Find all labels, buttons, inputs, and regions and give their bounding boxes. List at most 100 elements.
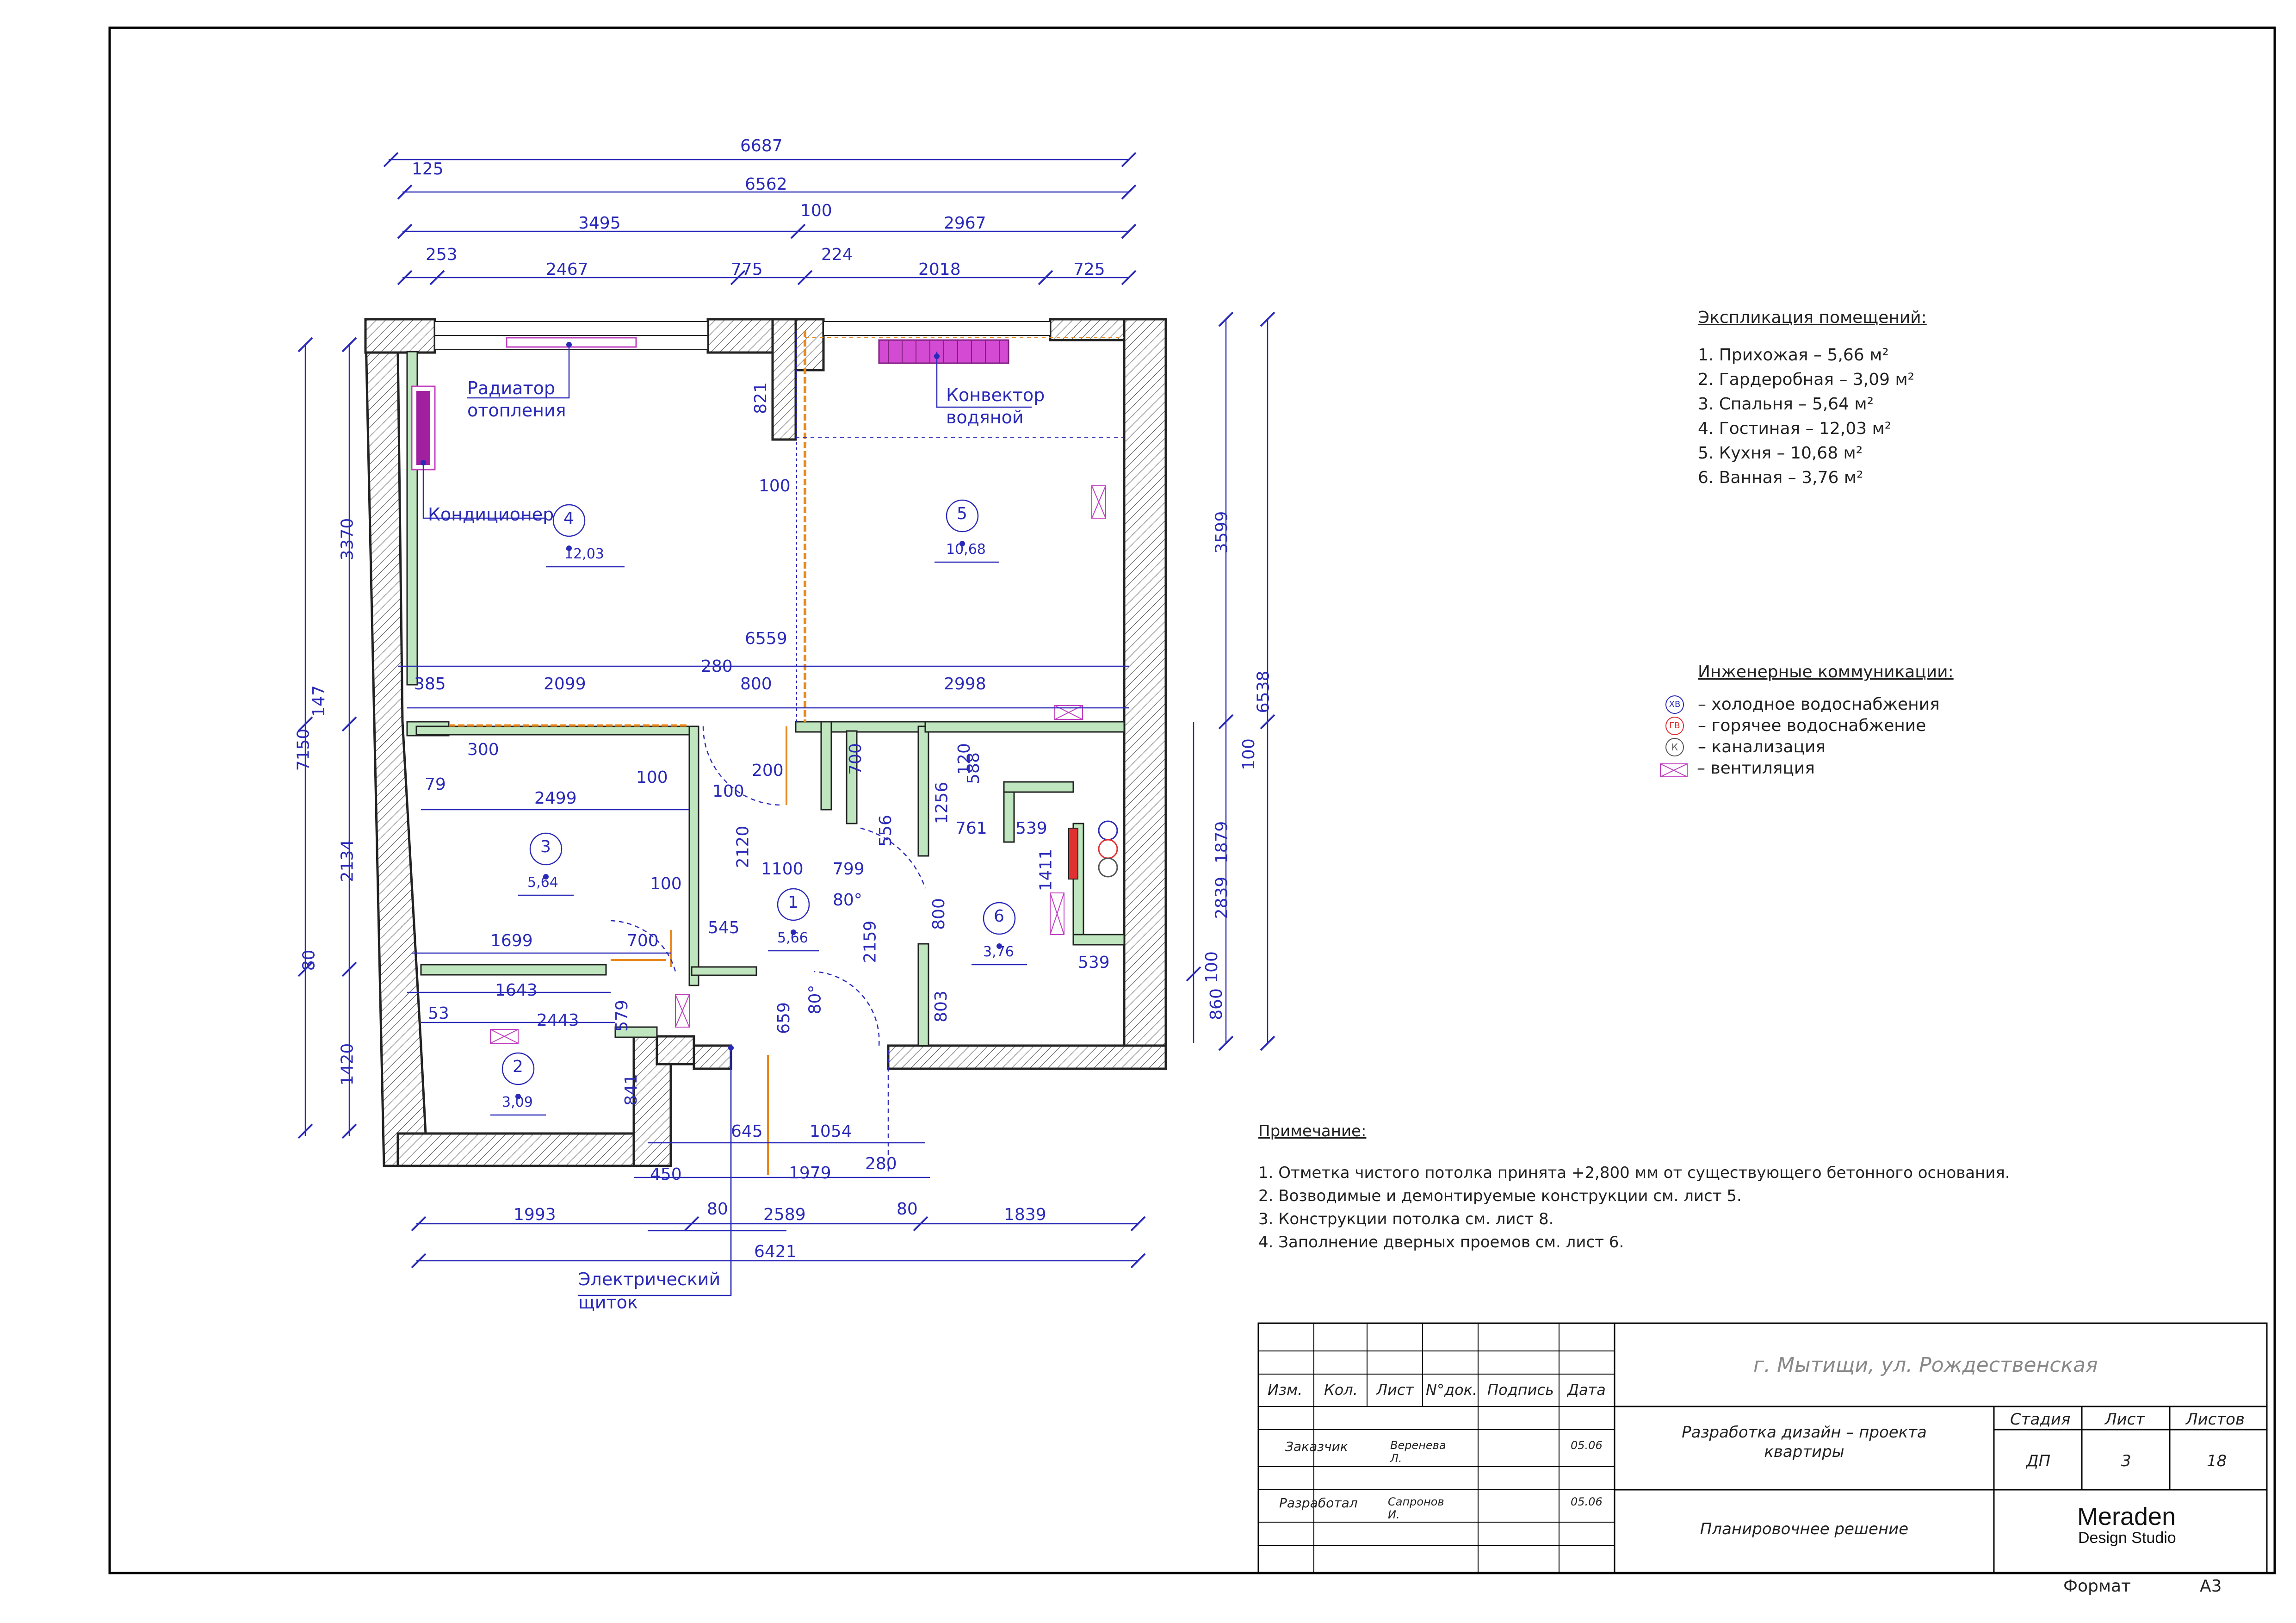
dim-label: 80° (805, 985, 825, 1015)
dim-label: 6687 (740, 136, 783, 155)
dim-label: 1420 (338, 1043, 357, 1086)
dim-label: 6538 (1254, 670, 1273, 713)
dim-label: 2159 (860, 920, 880, 963)
project-title: Разработка дизайн – проекта квартиры (1682, 1423, 1927, 1461)
dim-label: 100 (650, 874, 682, 893)
dim-label: 3370 (338, 518, 357, 561)
note-item: 2. Возводимые и демонтируемые конструкци… (1258, 1187, 1742, 1205)
dim-label: 125 (412, 160, 444, 179)
dim-label: 725 (1073, 260, 1105, 279)
room-number: 6 (994, 907, 1004, 926)
format-label: Формат (2063, 1577, 2131, 1596)
dim-label: 6562 (745, 175, 787, 194)
dim-label: 799 (833, 860, 865, 879)
vent-icon (1660, 762, 1688, 777)
dim-label: 588 (964, 752, 983, 784)
explication-item: 4. Гостиная – 12,03 м² (1698, 419, 1892, 438)
dim-label: 761 (955, 819, 987, 838)
room-area: 5,66 (777, 930, 808, 946)
panel-label: Электрический щиток (578, 1269, 721, 1313)
dim-label: 1643 (495, 981, 538, 1000)
dim-label: 100 (800, 201, 832, 220)
dim-label: 1100 (761, 860, 804, 879)
dim-label: 539 (1078, 953, 1110, 972)
room-area: 3,76 (983, 944, 1014, 960)
explication-title: Экспликация помещений: (1698, 308, 1927, 327)
dim-label: 1839 (1004, 1205, 1046, 1224)
dim-label: 280 (701, 657, 733, 676)
dim-label: 1411 (1036, 849, 1056, 892)
drawing-title: Планировочнее решение (1700, 1520, 1909, 1538)
note-item: 4. Заполнение дверных проемов см. лист 6… (1258, 1233, 1624, 1251)
notes-block: Примечание: 1. Отметка чистого потолка п… (1258, 1120, 2010, 1254)
utility-label: – вентиляция (1697, 759, 1815, 778)
dim-label: 545 (708, 918, 740, 937)
room-number: 1 (788, 893, 798, 912)
dim-label: 2467 (546, 260, 588, 279)
utility-label: – холодное водоснабжения (1698, 695, 1940, 714)
dim-label: 1879 (1212, 821, 1232, 864)
dim-label: 80 (299, 949, 319, 971)
hot-water-icon: ГВ (1665, 717, 1684, 735)
dim-label: 2839 (1212, 876, 1232, 919)
dim-label: 645 (731, 1122, 763, 1141)
dim-label: 200 (752, 761, 784, 780)
utility-label: – горячее водоснабжение (1698, 716, 1926, 735)
dim-label: 775 (731, 260, 763, 279)
dim-label: 6559 (745, 629, 787, 648)
dim-label: 2967 (944, 214, 986, 233)
dim-label: 2499 (534, 789, 577, 808)
dim-label: 3599 (1212, 511, 1232, 554)
room-area: 5,64 (527, 874, 558, 891)
conditioner-label: Кондиционер (428, 504, 554, 525)
dim-label: 147 (309, 685, 328, 717)
dim-label: 556 (876, 815, 895, 847)
dim-label: 803 (931, 991, 951, 1022)
convector-label: Конвектор водяной (946, 385, 1045, 427)
dim-label: 700 (846, 743, 865, 775)
explication-item: 6. Ванная – 3,76 м² (1698, 468, 1863, 487)
dim-label: 800 (740, 675, 772, 694)
utilities-legend: Инженерные коммуникации: ХВ – холодное в… (1656, 662, 1954, 779)
dim-label: 100 (1202, 951, 1221, 983)
dim-label: 821 (751, 382, 770, 414)
dim-label: 2998 (944, 675, 986, 694)
dim-label: 2443 (537, 1011, 579, 1030)
dim-label: 300 (467, 740, 499, 759)
dim-label: 1993 (514, 1205, 556, 1224)
format-value: А3 (2200, 1577, 2222, 1596)
dim-label: 1979 (789, 1164, 831, 1183)
dim-label: 3495 (578, 214, 621, 233)
dim-label: 2099 (544, 675, 586, 694)
dim-label: 253 (426, 245, 458, 264)
dim-label: 80 (707, 1200, 728, 1219)
dim-label: 100 (1239, 738, 1258, 770)
explication-item: 1. Прихожая – 5,66 м² (1698, 346, 1889, 365)
dim-label: 100 (636, 768, 668, 787)
explication-block: Экспликация помещений: 1. Прихожая – 5,6… (1698, 305, 1927, 490)
radiator-label: Радиатор отопления (467, 378, 566, 421)
dim-label: 800 (929, 898, 948, 930)
dim-label: 450 (650, 1165, 682, 1184)
address-text: г. Мытищи, ул. Рождественская (1753, 1353, 2098, 1377)
note-item: 3. Конструкции потолка см. лист 8. (1258, 1210, 1554, 1228)
dim-label: 79 (425, 775, 446, 794)
dim-label: 80 (897, 1200, 918, 1219)
utility-label: – канализация (1698, 737, 1826, 756)
sewage-icon: К (1665, 738, 1684, 756)
dim-label: 100 (759, 477, 791, 496)
room-number: 5 (957, 504, 967, 523)
dim-label: 2018 (918, 260, 961, 279)
dim-label: 1054 (810, 1122, 852, 1141)
dim-label: 2134 (338, 839, 357, 882)
room-area: 10,68 (946, 541, 986, 558)
room-number: 3 (540, 837, 551, 856)
dim-label: 100 (712, 782, 744, 801)
explication-item: 2. Гардеробная – 3,09 м² (1698, 370, 1915, 389)
dim-label: 860 (1207, 988, 1226, 1020)
dim-label: 700 (627, 931, 659, 950)
dim-label: 385 (414, 675, 446, 694)
room-number: 2 (513, 1057, 523, 1076)
cold-water-icon: ХВ (1665, 695, 1684, 714)
dim-label: 53 (428, 1004, 449, 1023)
